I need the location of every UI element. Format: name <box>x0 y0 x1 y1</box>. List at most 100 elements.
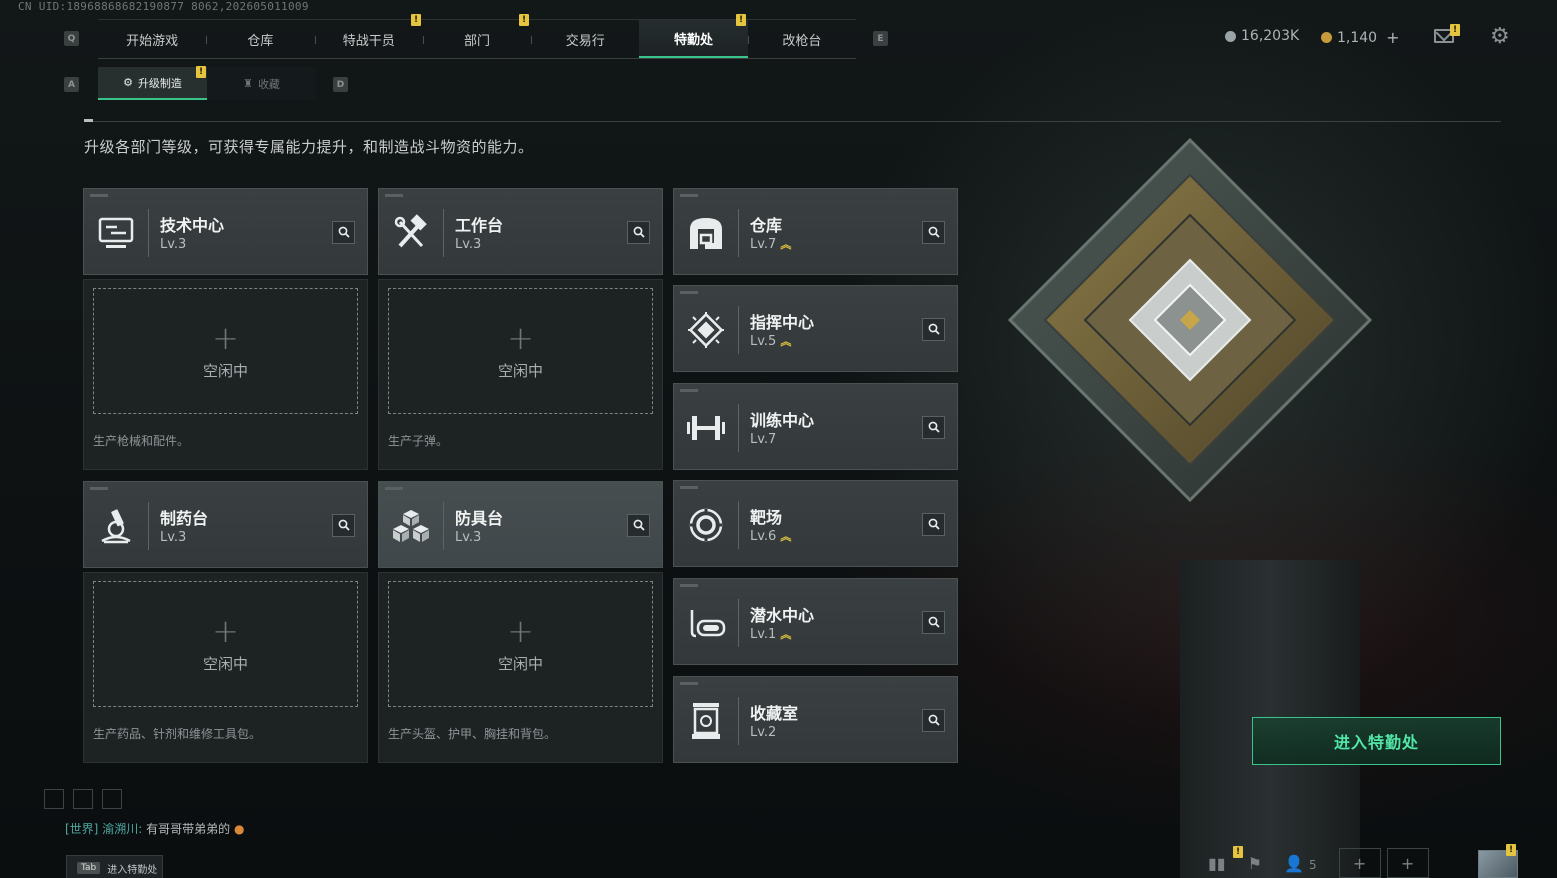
department-level: Lv.3 <box>160 237 186 252</box>
tab-key: Tab <box>77 862 101 874</box>
special-service-cube-illustration <box>1000 130 1380 510</box>
sub-tab-bar: ⚙ 升级制造 ♜ 收藏 <box>98 67 316 100</box>
armor-blocks-icon <box>389 504 433 548</box>
tab-label: 仓库 <box>247 33 274 49</box>
chat-text: 有哥哥带弟弟的 <box>146 822 231 836</box>
department-card-shooting-range[interactable]: 靶场 Lv.6 ︽ <box>673 480 958 567</box>
slot-status: 空闲中 <box>497 654 543 673</box>
tools-icon <box>389 211 433 255</box>
level-text: Lv.6 <box>750 529 777 544</box>
card-tag <box>90 487 108 490</box>
add-friend-button[interactable]: + <box>1338 848 1381 878</box>
department-card-armor-bench[interactable]: 防具台 Lv.3 <box>378 481 663 568</box>
level-text: Lv.5 <box>750 334 777 349</box>
inspect-button[interactable] <box>922 318 945 341</box>
tab-label: 部门 <box>463 33 490 49</box>
department-card-training-center[interactable]: 训练中心 Lv.7 <box>673 383 958 470</box>
stats-icon[interactable]: ▮▮ <box>1208 854 1226 873</box>
production-description: 生产头盔、护甲、胸挂和背包。 <box>388 727 557 741</box>
inspect-button[interactable] <box>922 416 945 439</box>
add-team-button[interactable]: + <box>1386 848 1429 878</box>
upgrade-available-icon: ︽ <box>780 628 792 641</box>
dumbbell-icon <box>684 406 728 450</box>
departments-notification-badge: ! <box>519 14 529 26</box>
inspect-button[interactable] <box>627 221 650 244</box>
magnifier-icon <box>633 223 645 242</box>
tab-start-game[interactable]: 开始游戏 <box>98 20 206 58</box>
card-tag <box>385 487 403 490</box>
warehouse-icon <box>684 211 728 255</box>
tab-label: 特勤处 <box>674 32 714 48</box>
empty-production-slot[interactable]: + 空闲中 <box>388 581 653 707</box>
settings-gear-icon[interactable]: ⚙ <box>1490 26 1510 48</box>
department-name: 靶场 <box>750 508 783 527</box>
inspect-button[interactable] <box>332 221 355 244</box>
special-service-notification-badge: ! <box>736 14 746 26</box>
empty-production-slot[interactable]: + 空闲中 <box>93 288 358 414</box>
level-text: Lv.7 <box>750 432 777 447</box>
quick-slot[interactable] <box>73 789 93 809</box>
department-name: 训练中心 <box>750 411 815 430</box>
department-card-tech-center[interactable]: 技术中心 Lv.3 <box>83 188 368 275</box>
enter-special-service-button[interactable]: 进入特勤处 <box>1252 717 1501 765</box>
section-divider <box>84 121 1501 122</box>
quick-slot[interactable] <box>102 789 122 809</box>
chat-user: 渝溯川 <box>102 822 139 836</box>
inspect-button[interactable] <box>922 513 945 536</box>
department-card-warehouse[interactable]: 仓库 Lv.7 ︽ <box>673 188 958 275</box>
page-description: 升级各部门等级，可获得专属能力提升，和制造战斗物资的能力。 <box>84 138 534 156</box>
inspect-button[interactable] <box>922 221 945 244</box>
subnav-next-key-hint: D <box>333 77 348 92</box>
friends-icon[interactable]: 👤 5 <box>1284 854 1317 873</box>
level-text: Lv.3 <box>160 530 187 545</box>
computer-icon <box>94 211 138 255</box>
nav-next-key-hint: E <box>873 31 888 46</box>
department-name: 工作台 <box>455 216 504 235</box>
magnifier-icon <box>338 516 350 535</box>
tab-label: 改枪台 <box>782 33 822 49</box>
tab-gunsmith[interactable]: 改枪台 <box>747 20 856 58</box>
department-name: 收藏室 <box>750 704 799 723</box>
level-text: Lv.2 <box>750 725 777 740</box>
mail-notification-badge: ! <box>1450 24 1460 36</box>
department-card-diving-center[interactable]: 潜水中心 Lv.1 ︽ <box>673 578 958 665</box>
department-card-pharmacy[interactable]: 制药台 Lv.3 <box>83 481 368 568</box>
tab-operators[interactable]: 特战干员 <box>314 20 423 58</box>
tab-departments[interactable]: 部门 <box>422 20 531 58</box>
gold-amount: 1,140 <box>1337 29 1378 46</box>
nav-prev-key-hint: Q <box>64 31 79 46</box>
department-card-command-center[interactable]: 指挥中心 Lv.5 ︽ <box>673 285 958 372</box>
department-level: Lv.3 <box>455 237 481 252</box>
inspect-button[interactable] <box>922 611 945 634</box>
chat-message[interactable]: [世界] 渝溯川: 有哥哥带弟弟的 ● <box>65 820 244 837</box>
emoji-icon: ● <box>233 822 245 836</box>
add-currency-button[interactable]: + <box>1386 28 1399 47</box>
production-slot-panel: + 空闲中 生产头盔、护甲、胸挂和背包。 <box>378 572 663 763</box>
empty-production-slot[interactable]: + 空闲中 <box>388 288 653 414</box>
magnifier-icon <box>633 516 645 535</box>
department-card-collection-room[interactable]: 收藏室 Lv.2 <box>673 676 958 763</box>
card-tag <box>680 584 698 587</box>
diving-mask-icon <box>684 601 728 645</box>
empty-production-slot[interactable]: + 空闲中 <box>93 581 358 707</box>
tab-special-service[interactable]: 特勤处 <box>639 20 748 58</box>
card-tag <box>680 486 698 489</box>
magnifier-icon <box>928 711 940 730</box>
stats-notification-badge: ! <box>1233 846 1243 858</box>
card-divider <box>738 209 739 257</box>
department-card-workbench[interactable]: 工作台 Lv.3 <box>378 188 663 275</box>
tab-upgrade-craft[interactable]: ⚙ 升级制造 <box>98 67 207 100</box>
tab-trading[interactable]: 交易行 <box>531 20 639 58</box>
inspect-button[interactable] <box>922 709 945 732</box>
inspect-button[interactable] <box>332 514 355 537</box>
inspect-button[interactable] <box>627 514 650 537</box>
magnifier-icon <box>928 223 940 242</box>
tab-collection[interactable]: ♜ 收藏 <box>207 67 316 100</box>
card-divider <box>738 599 739 647</box>
tab-key-hint[interactable]: Tab 进入特勤处 <box>66 855 163 878</box>
flag-icon[interactable]: ⚑ <box>1248 854 1262 873</box>
craft-icon: ⚙ <box>123 76 133 89</box>
quick-slot[interactable] <box>44 789 64 809</box>
tab-warehouse[interactable]: 仓库 <box>206 20 314 58</box>
department-level: Lv.5 ︽ <box>750 334 791 349</box>
